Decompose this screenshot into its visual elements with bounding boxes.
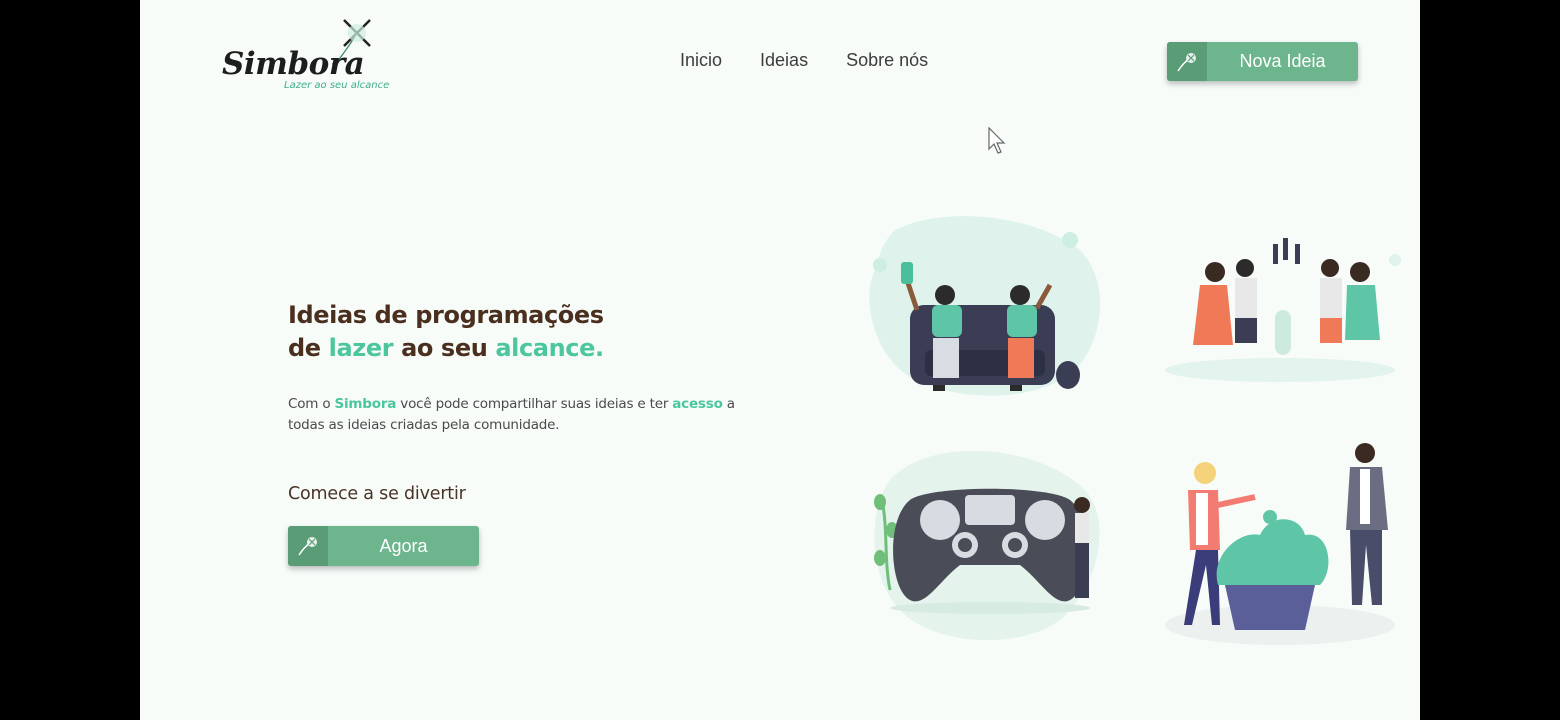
nav-item-sobre-nos[interactable]: Sobre nós [846,50,928,71]
desc-accent-simbora: Simbora [334,396,397,412]
landing-page: Simbora Lazer ao seu alcance Inicio Idei… [140,0,1420,720]
hero-title-line1: Ideias de programações [288,301,604,329]
kite-icon [1167,42,1207,81]
logo-wordmark: Simbora [222,46,365,82]
main-nav: Inicio Ideias Sobre nós [680,50,928,71]
cta-text: Comece a se divertir [288,484,466,504]
logo[interactable]: Simbora Lazer ao seu alcance [222,14,390,104]
hero-title-part: de [288,334,329,362]
nav-item-ideias[interactable]: Ideias [760,50,808,71]
desc-accent-acesso: acesso [672,396,723,412]
hero-title-accent-lazer: lazer [328,334,394,362]
friends-sofa-illustration [869,216,1101,396]
desc-part: você pode compartilhar suas ideias e ter [396,396,673,412]
hero-title-accent-alcance: alcance. [495,334,604,362]
cupcake-party-illustration [1165,443,1395,645]
nova-ideia-button[interactable]: Nova Ideia [1167,42,1358,81]
agora-button[interactable]: Agora [288,526,479,566]
game-controller-illustration [874,450,1100,641]
hero-title: Ideias de programações de lazer ao seu a… [288,299,604,365]
desc-part: Com o [288,396,335,412]
mouse-cursor-icon [988,127,1006,154]
nav-item-inicio[interactable]: Inicio [680,50,722,71]
logo-tagline: Lazer ao seu alcance [284,80,390,91]
friends-toasting-illustration [1165,238,1401,382]
hero-title-part: ao seu [393,334,496,362]
nova-ideia-label: Nova Ideia [1239,51,1326,71]
agora-label: Agora [379,535,428,556]
kite-icon [288,526,328,566]
hero-description: Com o Simbora você pode compartilhar sua… [288,394,748,436]
